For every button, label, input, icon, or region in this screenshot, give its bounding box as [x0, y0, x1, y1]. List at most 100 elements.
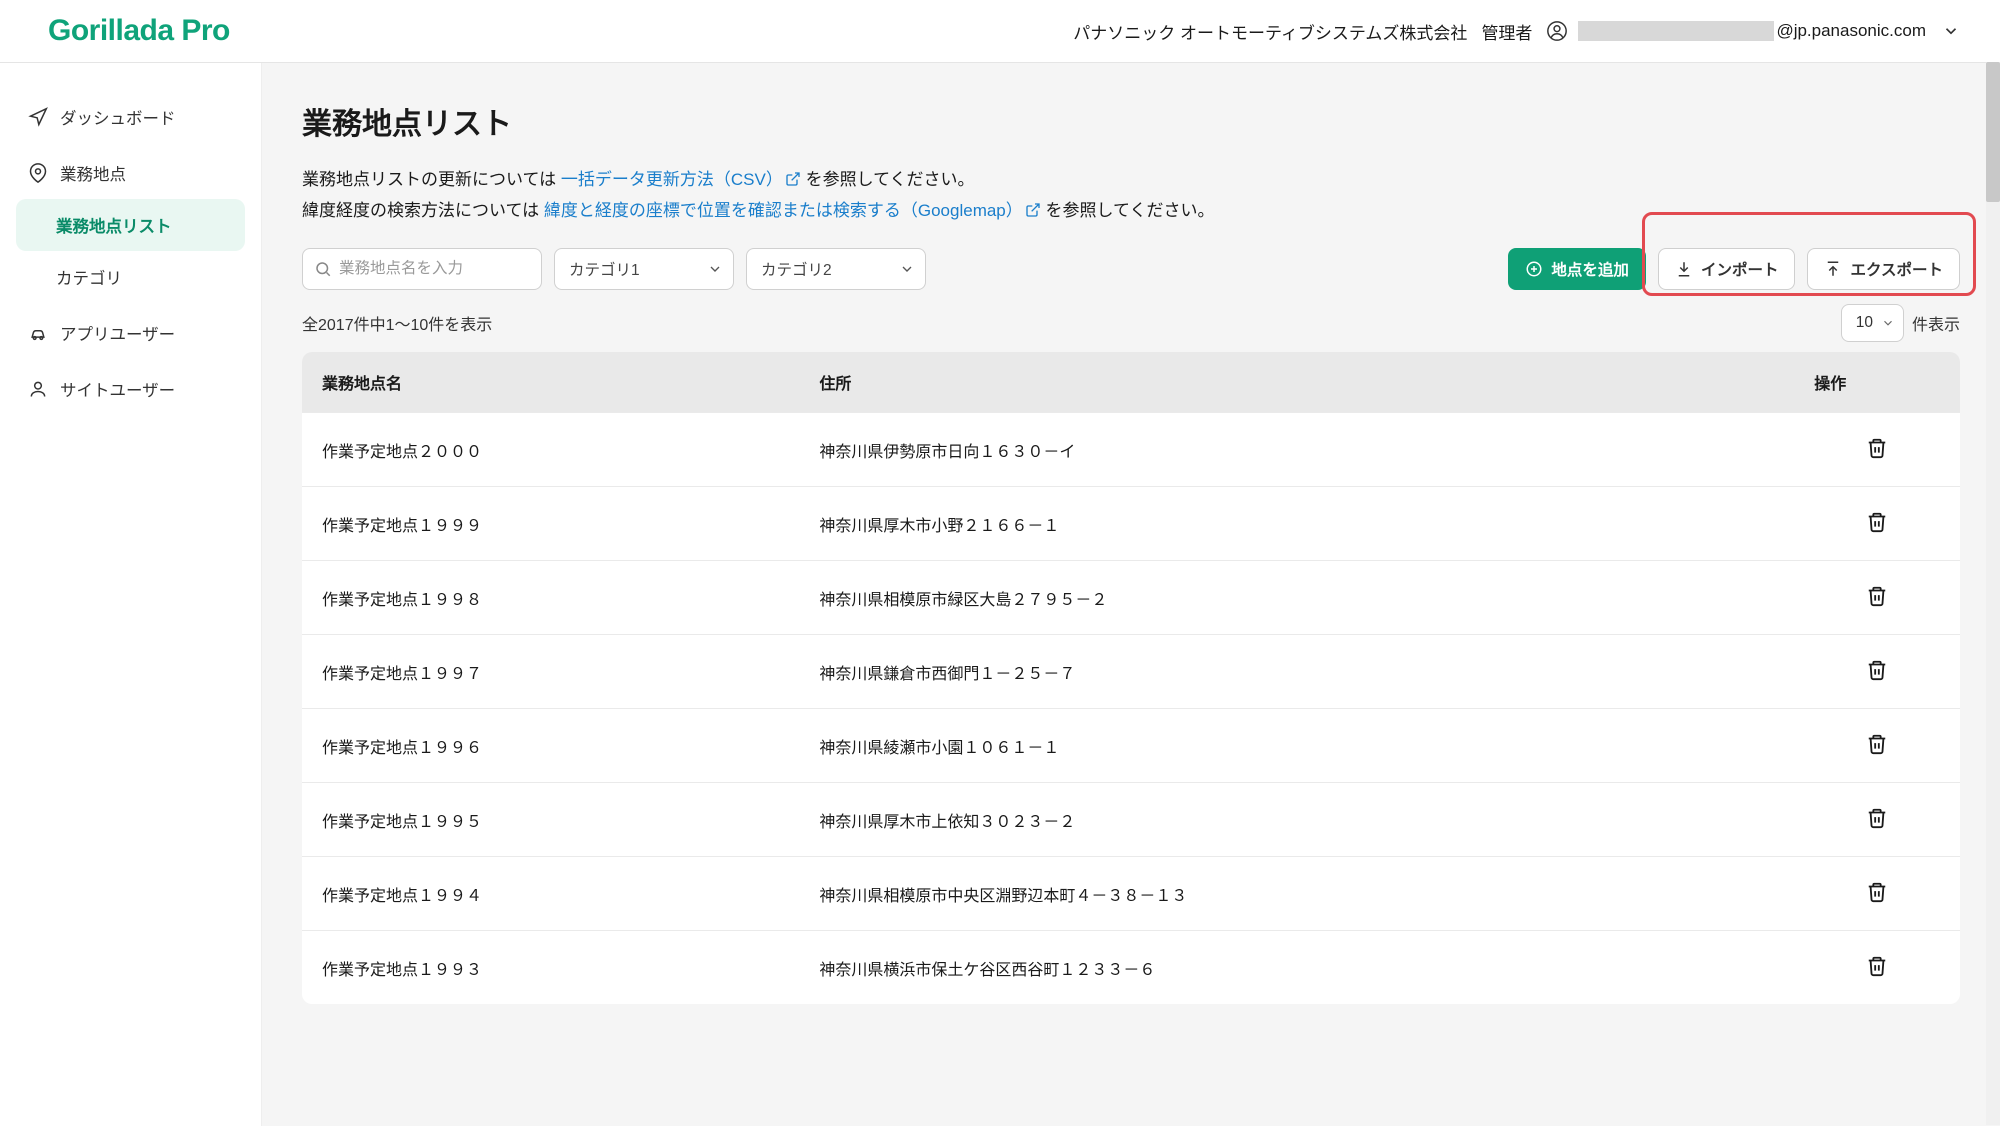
table-row: 作業予定地点１９９３神奈川県横浜市保土ケ谷区西谷町１２３３－６: [302, 931, 1960, 1005]
trash-icon: [1866, 881, 1888, 903]
help-text-2-pre: 緯度経度の検索方法については: [302, 201, 544, 220]
email-domain: @jp.panasonic.com: [1776, 21, 1926, 41]
chevron-down-icon: [1881, 316, 1895, 330]
sidebar-item-category[interactable]: カテゴリ: [16, 251, 245, 303]
delete-button[interactable]: [1862, 951, 1892, 984]
trash-icon: [1866, 437, 1888, 459]
delete-button[interactable]: [1862, 877, 1892, 910]
header-right: パナソニック オートモーティブシステムズ株式会社 管理者 @jp.panason…: [1073, 19, 1960, 44]
page-title: 業務地点リスト: [302, 99, 1960, 143]
cell-name: 作業予定地点１９９６: [302, 709, 799, 783]
cell-action: [1794, 857, 1960, 931]
page-size-control: 10 件表示: [1841, 304, 1960, 342]
cell-address: 神奈川県綾瀬市小園１０６１－１: [799, 709, 1794, 783]
header: Gorillada Pro パナソニック オートモーティブシステムズ株式会社 管…: [0, 0, 2000, 63]
cell-name: 作業予定地点１９９３: [302, 931, 799, 1005]
delete-button[interactable]: [1862, 433, 1892, 466]
navigation-icon: [28, 107, 48, 127]
user-role: 管理者: [1481, 19, 1532, 44]
import-button[interactable]: インポート: [1658, 248, 1796, 290]
button-label: インポート: [1701, 258, 1779, 280]
cell-address: 神奈川県伊勢原市日向１６３０－イ: [799, 413, 1794, 487]
person-icon: [28, 379, 48, 399]
sidebar-item-locations[interactable]: 業務地点: [16, 147, 245, 199]
delete-button[interactable]: [1862, 581, 1892, 614]
scrollbar-thumb[interactable]: [1986, 62, 2000, 202]
table-row: 作業予定地点１９９５神奈川県厚木市上依知３０２３－２: [302, 783, 1960, 857]
locations-table: 業務地点名 住所 操作 作業予定地点２０００神奈川県伊勢原市日向１６３０－イ作業…: [302, 352, 1960, 1004]
cell-action: [1794, 561, 1960, 635]
sidebar-label: 業務地点: [60, 161, 126, 185]
table-row: 作業予定地点１９９４神奈川県相模原市中央区淵野辺本町４－３８－１３: [302, 857, 1960, 931]
select-value: カテゴリ2: [761, 258, 832, 280]
cell-name: 作業予定地点１９９９: [302, 487, 799, 561]
email-redacted: [1578, 21, 1774, 41]
cell-action: [1794, 783, 1960, 857]
link-googlemap[interactable]: 緯度と経度の座標で位置を確認または検索する（Googlemap）: [544, 201, 1041, 220]
cell-name: 作業予定地点１９９４: [302, 857, 799, 931]
help-text: 業務地点リストの更新については 一括データ更新方法（CSV） を参照してください…: [302, 165, 1960, 226]
export-button[interactable]: エクスポート: [1807, 248, 1960, 290]
sidebar-item-dashboard[interactable]: ダッシュボード: [16, 91, 245, 143]
scrollbar[interactable]: [1986, 62, 2000, 1125]
select-category2[interactable]: カテゴリ2: [746, 248, 926, 290]
download-icon: [1675, 260, 1693, 278]
delete-button[interactable]: [1862, 729, 1892, 762]
cell-action: [1794, 931, 1960, 1005]
external-link-icon: [1025, 202, 1041, 218]
brand-logo[interactable]: Gorillada Pro: [48, 14, 230, 48]
cell-action: [1794, 487, 1960, 561]
car-icon: [28, 323, 48, 343]
user-email: @jp.panasonic.com: [1578, 21, 1926, 41]
cell-name: 作業予定地点２０００: [302, 413, 799, 487]
import-export-group: インポート エクスポート: [1658, 248, 1960, 290]
trash-icon: [1866, 585, 1888, 607]
count-row: 全2017件中1～10件を表示 10 件表示: [302, 304, 1960, 342]
chevron-down-icon: [707, 261, 723, 277]
plus-circle-icon: [1525, 260, 1543, 278]
controls-row: カテゴリ1 カテゴリ2 地点を追加 インポート エクスポート: [302, 248, 1960, 290]
cell-name: 作業予定地点１９９５: [302, 783, 799, 857]
th-action: 操作: [1794, 352, 1960, 413]
select-category1[interactable]: カテゴリ1: [554, 248, 734, 290]
user-menu[interactable]: @jp.panasonic.com: [1546, 20, 1960, 42]
button-label: エクスポート: [1850, 258, 1943, 280]
search-input[interactable]: [302, 248, 542, 290]
delete-button[interactable]: [1862, 655, 1892, 688]
sidebar-item-location-list[interactable]: 業務地点リスト: [16, 199, 245, 251]
map-pin-icon: [28, 163, 48, 183]
trash-icon: [1866, 807, 1888, 829]
sidebar: ダッシュボード 業務地点 業務地点リスト カテゴリ アプリユーザー: [0, 63, 262, 1126]
sidebar-item-app-user[interactable]: アプリユーザー: [16, 307, 245, 359]
cell-address: 神奈川県厚木市上依知３０２３－２: [799, 783, 1794, 857]
sidebar-item-site-user[interactable]: サイトユーザー: [16, 363, 245, 415]
help-text-1-pre: 業務地点リストの更新については: [302, 170, 561, 189]
external-link-icon: [785, 171, 801, 187]
cell-action: [1794, 709, 1960, 783]
sidebar-label: アプリユーザー: [60, 321, 175, 345]
cell-name: 作業予定地点１９９８: [302, 561, 799, 635]
cell-action: [1794, 635, 1960, 709]
cell-name: 作業予定地点１９９７: [302, 635, 799, 709]
add-location-button[interactable]: 地点を追加: [1508, 248, 1646, 290]
button-label: 地点を追加: [1551, 258, 1629, 280]
cell-address: 神奈川県相模原市緑区大島２７９５－２: [799, 561, 1794, 635]
sidebar-label: サイトユーザー: [60, 377, 175, 401]
help-text-1-post: を参照してください。: [806, 170, 975, 189]
page-size-suffix: 件表示: [1912, 311, 1960, 335]
trash-icon: [1866, 733, 1888, 755]
upload-icon: [1824, 260, 1842, 278]
page-size-select[interactable]: 10: [1841, 304, 1904, 342]
table-row: 作業予定地点１９９９神奈川県厚木市小野２１６６－１: [302, 487, 1960, 561]
th-address: 住所: [799, 352, 1794, 413]
delete-button[interactable]: [1862, 803, 1892, 836]
trash-icon: [1866, 659, 1888, 681]
select-value: カテゴリ1: [569, 258, 640, 280]
sidebar-label: ダッシュボード: [60, 105, 176, 129]
th-name: 業務地点名: [302, 352, 799, 413]
delete-button[interactable]: [1862, 507, 1892, 540]
cell-address: 神奈川県厚木市小野２１６６－１: [799, 487, 1794, 561]
table-row: 作業予定地点１９９８神奈川県相模原市緑区大島２７９５－２: [302, 561, 1960, 635]
company-name: パナソニック オートモーティブシステムズ株式会社: [1073, 19, 1467, 44]
link-csv-update[interactable]: 一括データ更新方法（CSV）: [561, 170, 801, 189]
